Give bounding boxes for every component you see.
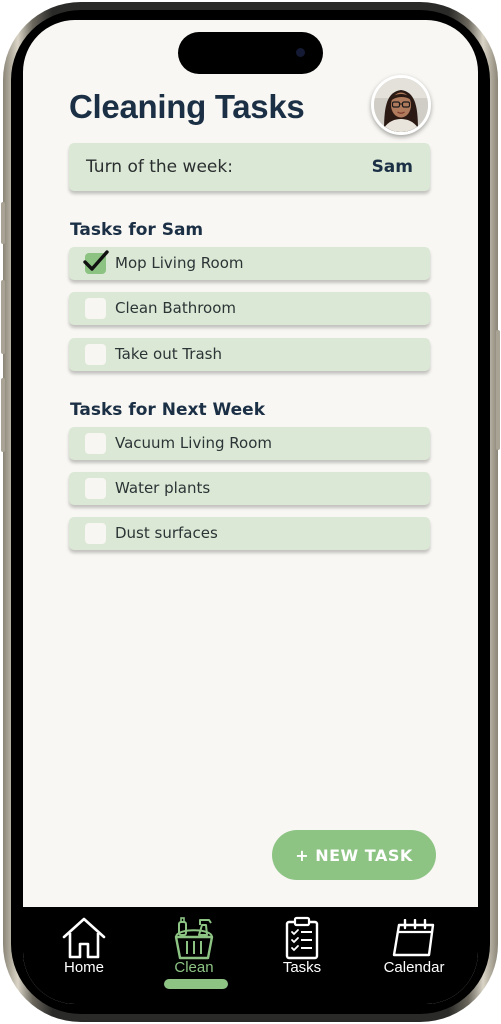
power-button <box>496 330 500 450</box>
task-label: Clean Bathroom <box>115 299 237 317</box>
task-checkbox[interactable] <box>85 433 106 454</box>
section-title-tasks-for-sam: Tasks for Sam <box>70 220 204 240</box>
task-checkbox[interactable] <box>85 344 106 365</box>
page-title: Cleaning Tasks <box>69 88 305 125</box>
task-row[interactable]: Mop Living Room <box>69 247 430 280</box>
action-button <box>1 202 5 244</box>
tab-label: Clean <box>174 959 214 976</box>
task-row[interactable]: Clean Bathroom <box>69 292 430 325</box>
task-checkbox[interactable] <box>85 523 106 544</box>
active-tab-indicator <box>164 979 228 989</box>
task-row[interactable]: Take out Trash <box>69 338 430 371</box>
tab-label: Calendar <box>383 959 445 976</box>
task-label: Dust surfaces <box>115 524 218 542</box>
calendar-icon <box>392 919 435 957</box>
task-label: Take out Trash <box>115 345 222 363</box>
new-task-button[interactable]: + NEW TASK <box>272 830 436 880</box>
task-checkbox[interactable] <box>85 298 106 319</box>
tab-label: Home <box>63 959 104 976</box>
cleaning-basket-icon <box>174 917 214 960</box>
clipboard-checklist-icon <box>285 916 319 960</box>
tab-label: Tasks <box>282 959 322 976</box>
avatar[interactable] <box>371 75 431 135</box>
volume-down-button <box>1 378 5 452</box>
tab-clean[interactable]: Clean <box>144 907 244 1004</box>
tab-calendar[interactable]: Calendar <box>364 907 464 1004</box>
volume-up-button <box>1 280 5 354</box>
task-checkbox[interactable] <box>85 478 106 499</box>
house-icon <box>62 917 106 959</box>
tab-bar: Home Clean Tasks Calendar <box>23 907 478 1004</box>
checkmark-icon <box>83 250 109 271</box>
tab-home[interactable]: Home <box>34 907 134 1004</box>
app-screen: Cleaning Tasks Turn of the week: Sam Tas… <box>23 20 478 1004</box>
task-row[interactable]: Dust surfaces <box>69 517 430 550</box>
turn-label: Turn of the week: <box>86 157 233 177</box>
task-row[interactable]: Vacuum Living Room <box>69 427 430 460</box>
task-label: Vacuum Living Room <box>115 434 273 452</box>
section-title-tasks-next-week: Tasks for Next Week <box>70 400 265 420</box>
tab-tasks[interactable]: Tasks <box>252 907 352 1004</box>
task-label: Water plants <box>115 479 211 497</box>
task-row[interactable]: Water plants <box>69 472 430 505</box>
turn-of-week-card: Turn of the week: Sam <box>69 143 430 191</box>
task-checkbox[interactable] <box>83 250 109 274</box>
dynamic-island <box>178 32 323 74</box>
turn-assignee: Sam <box>371 157 413 177</box>
user-photo-icon <box>374 78 428 132</box>
task-label: Mop Living Room <box>115 254 244 272</box>
front-camera <box>296 48 305 57</box>
